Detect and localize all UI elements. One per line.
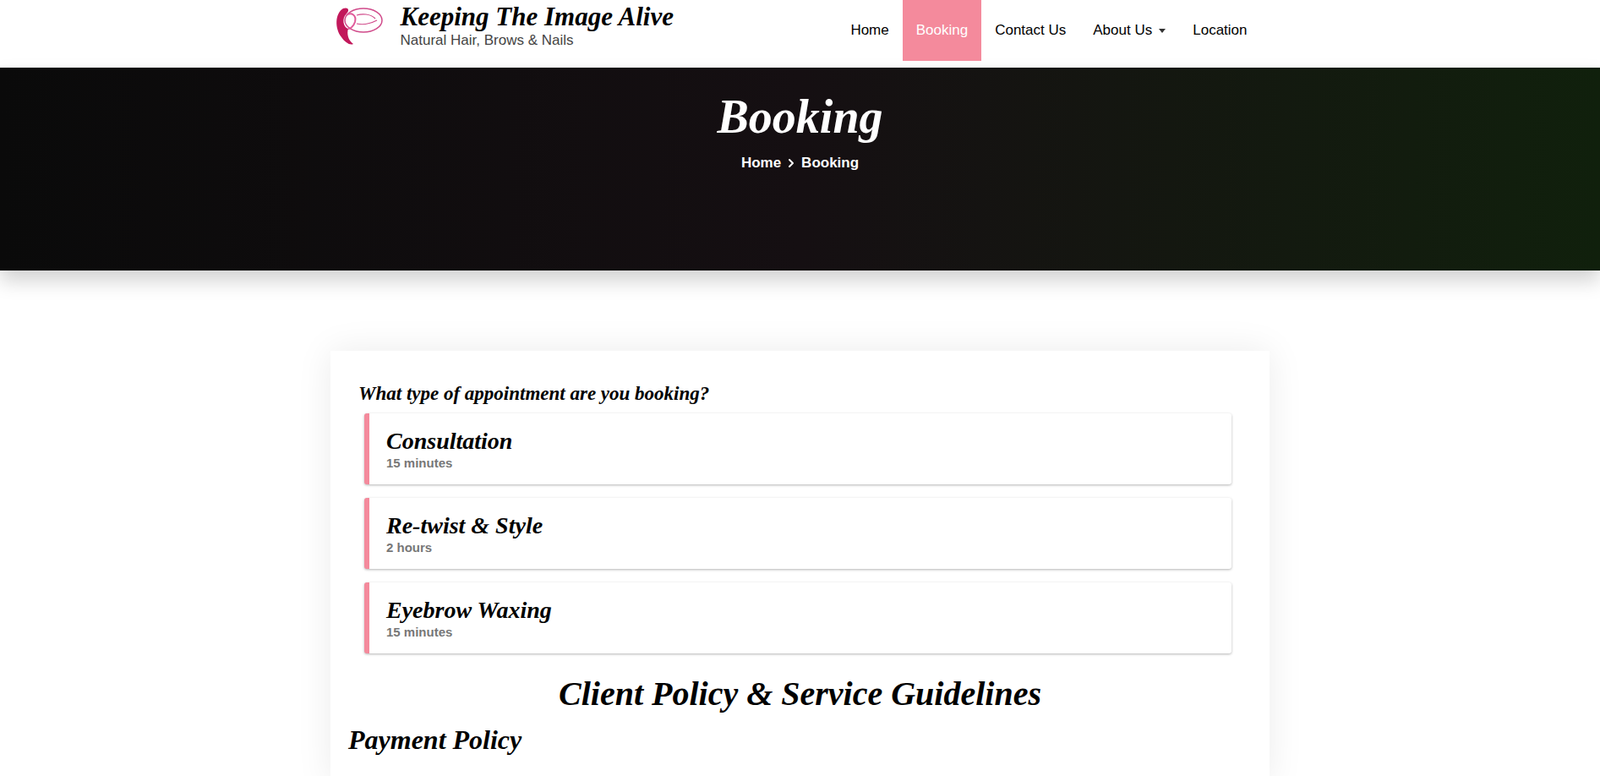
- appointment-list: Consultation15 minutesRe-twist & Style2 …: [364, 413, 1232, 654]
- appointment-duration: 15 minutes: [386, 455, 1215, 471]
- appointment-name: Eyebrow Waxing: [386, 595, 1215, 625]
- page: Keeping The Image AliveNatural Hair, Bro…: [0, 0, 1600, 776]
- brand-subtitle: Natural Hair, Brows & Nails: [400, 32, 674, 50]
- brand-logo-icon: [331, 3, 384, 48]
- brand[interactable]: Keeping The Image AliveNatural Hair, Bro…: [331, 0, 674, 50]
- policy-heading: Client Policy & Service Guidelines: [358, 673, 1242, 715]
- main-nav: HomeBookingContact UsAbout UsLocation: [836, 0, 1269, 61]
- appointment-option[interactable]: Consultation15 minutes: [364, 413, 1232, 485]
- hero-title: Booking: [716, 91, 883, 142]
- breadcrumb: Home Booking: [741, 152, 859, 175]
- appointment-duration: 2 hours: [386, 540, 1215, 556]
- hero-banner: Booking Home Booking: [0, 67, 1600, 271]
- booking-card: What type of appointment are you booking…: [330, 350, 1270, 776]
- appointment-duration: 15 minutes: [386, 624, 1215, 640]
- appointment-option[interactable]: Re-twist & Style2 hours: [364, 497, 1232, 569]
- nav-item[interactable]: Booking: [902, 0, 982, 61]
- site-header: Keeping The Image AliveNatural Hair, Bro…: [0, 0, 1600, 68]
- appointment-name: Re-twist & Style: [386, 511, 1215, 541]
- caret-icon: [1158, 28, 1166, 33]
- policy-section-heading: Payment Policy: [348, 722, 1242, 757]
- breadcrumb-item: Booking: [801, 152, 859, 175]
- chevron-right-icon: [784, 156, 798, 170]
- brand-title: Keeping The Image Alive: [400, 1, 674, 33]
- appointment-name: Consultation: [386, 426, 1215, 456]
- nav-item[interactable]: Contact Us: [981, 0, 1080, 61]
- appointment-option[interactable]: Eyebrow Waxing15 minutes: [364, 582, 1232, 654]
- nav-item[interactable]: Location: [1179, 0, 1261, 61]
- booking-question: What type of appointment are you booking…: [358, 381, 1242, 407]
- breadcrumb-item[interactable]: Home: [741, 152, 781, 175]
- nav-item[interactable]: About Us: [1079, 0, 1180, 61]
- nav-item[interactable]: Home: [836, 0, 902, 61]
